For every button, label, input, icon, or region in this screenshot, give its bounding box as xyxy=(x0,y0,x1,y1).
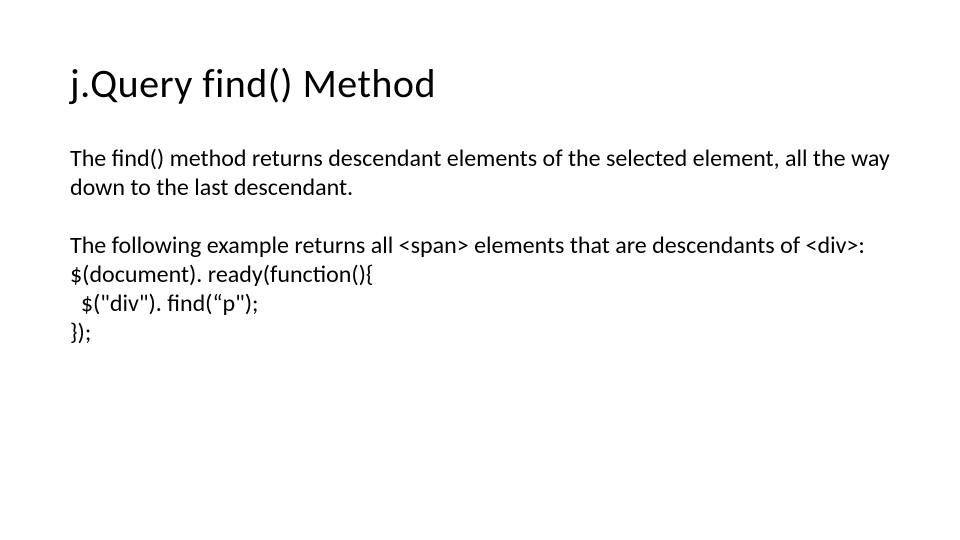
code-line-1: $(document). ready(function(){ xyxy=(70,260,890,289)
code-line-2: $("div"). find(“p"); xyxy=(70,289,890,318)
paragraph-2: The following example returns all <span>… xyxy=(70,231,890,260)
code-line-3: }); xyxy=(70,318,890,347)
paragraph-1: The find() method returns descendant ele… xyxy=(70,144,890,203)
slide-title: j.Query find() Method xyxy=(70,62,890,106)
slide-body: The find() method returns descendant ele… xyxy=(70,144,890,348)
slide: j.Query find() Method The find() method … xyxy=(0,0,960,540)
